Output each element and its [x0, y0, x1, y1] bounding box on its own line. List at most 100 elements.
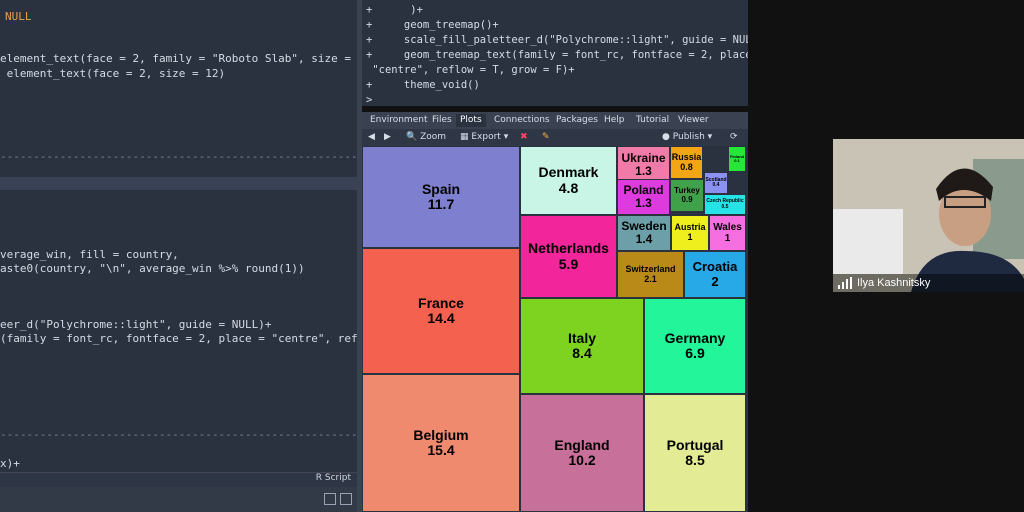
minimize-icon[interactable]: [324, 493, 336, 505]
tile-value: 15.4: [427, 442, 455, 458]
tile-value: 1.4: [635, 232, 653, 246]
code-line: x)+: [0, 457, 20, 470]
zoom-button[interactable]: 🔍 Zoom: [406, 131, 446, 144]
webcam-image: [833, 139, 1024, 292]
console-line: + scale_fill_paletteer_d("Polychrome::li…: [366, 34, 748, 46]
section-divider: ----------------------------------------…: [0, 428, 357, 441]
tile-label: England: [554, 436, 610, 453]
plot-toolbar: ◀ ▶ 🔍 Zoom ▦ Export ▾ ✖ ✎ ● Publish ▾ ⟳: [362, 129, 748, 146]
publish-label: Publish: [672, 132, 705, 142]
console-line: "centre", reflow = T, grow = F)+: [366, 64, 575, 76]
tab-help[interactable]: Help: [600, 114, 629, 127]
export-button[interactable]: ▦ Export ▾: [460, 131, 508, 144]
tile-value: 10.2: [568, 452, 596, 468]
treemap-tile: Croatia 2: [684, 251, 746, 298]
treemap-tile: Turkey 0.9: [670, 179, 704, 212]
back-arrow-icon[interactable]: ◀: [368, 131, 375, 144]
participant-name: Ilya Kashnitsky: [857, 277, 931, 289]
section-divider: ----------------------------------------…: [0, 150, 357, 163]
tile-label: Italy: [567, 329, 596, 346]
code-line: eer_d("Polychrome::light", guide = NULL)…: [0, 318, 272, 331]
code-line: aste0(country, "\n", average_win %>% rou…: [0, 262, 305, 275]
refresh-icon[interactable]: ⟳: [730, 131, 738, 144]
treemap-tile: Austria 1: [671, 215, 709, 251]
treemap-tile: Italy 8.4: [520, 298, 644, 394]
tab-plots[interactable]: Plots: [456, 114, 486, 127]
tile-value: 1: [724, 233, 731, 244]
forward-arrow-icon[interactable]: ▶: [384, 131, 391, 144]
tile-value: 0.1: [734, 158, 740, 163]
treemap-tile: England 10.2: [520, 394, 644, 512]
treemap-tile: Russia 0.8: [670, 146, 703, 179]
participant-name-bar: Ilya Kashnitsky: [833, 274, 1024, 292]
code-line: verage_win, fill = country,: [0, 248, 179, 261]
tile-value: 0.5: [721, 203, 729, 210]
tile-label: Germany: [664, 329, 726, 346]
tab-environment[interactable]: Environment: [366, 114, 431, 127]
treemap-tile: Netherlands 5.9: [520, 215, 617, 298]
publish-button[interactable]: ● Publish ▾: [662, 131, 712, 144]
tile-value: 0.9: [681, 194, 693, 204]
tile-label: Wales: [713, 222, 742, 233]
console-line: + theme_void(): [366, 79, 480, 91]
export-label: Export: [471, 132, 501, 142]
code-line: (family = font_rc, fontface = 2, place =…: [0, 332, 357, 345]
console-line: + geom_treemap()+: [366, 19, 499, 31]
tab-packages[interactable]: Packages: [552, 114, 602, 127]
treemap-tile: Belgium 15.4: [362, 374, 520, 512]
tile-label: France: [418, 294, 464, 311]
tile-value: 0.4: [712, 182, 720, 188]
tile-label: Croatia: [692, 259, 738, 275]
console-line: + )+: [366, 4, 423, 16]
viewer-tabs: Environment Files Plots Connections Packages…: [362, 112, 748, 129]
treemap-tile: Portugal 8.5: [644, 394, 746, 512]
tab-tutorial[interactable]: Tutorial: [632, 114, 673, 127]
broom-icon[interactable]: ✎: [542, 131, 550, 144]
tile-label: Netherlands: [528, 240, 609, 257]
code-line: NULL: [5, 10, 32, 23]
delete-plot-icon[interactable]: ✖: [520, 131, 528, 144]
treemap-tile: Wales 1: [709, 215, 746, 251]
tile-value: 11.7: [427, 196, 455, 212]
tile-value: 1.3: [635, 164, 652, 178]
tab-files[interactable]: Files: [428, 114, 456, 127]
tile-value: 5.9: [558, 255, 579, 272]
tile-value: 1.3: [635, 196, 652, 210]
tab-connections[interactable]: Connections: [490, 114, 554, 127]
treemap-tile: Scotland 0.4: [704, 172, 728, 194]
tile-value: 2.1: [644, 273, 657, 284]
tile-label: Denmark: [538, 164, 599, 181]
treemap-plot: Spain 11.7 France 14.4 Belgium 15.4 Denmark 4.8…: [362, 146, 748, 512]
file-type-label[interactable]: R Script: [316, 473, 351, 483]
console[interactable]: + )+ + geom_treemap()+ + scale_fill_palett…: [362, 0, 748, 106]
code-editor[interactable]: NULL element_text(face = 2, family = "Rob…: [0, 0, 357, 472]
tile-value: 8.4: [572, 345, 592, 361]
tile-label: Portugal: [666, 436, 724, 453]
treemap-tile: France 14.4: [362, 248, 520, 374]
webcam-video: Ilya Kashnitsky: [833, 139, 1024, 292]
treemap-tile: Germany 6.9: [644, 298, 746, 394]
tile-label: Belgium: [413, 426, 469, 443]
tab-viewer[interactable]: Viewer: [674, 114, 713, 127]
signal-bars-icon: [838, 277, 852, 289]
treemap-tile: Poland 1.3: [617, 179, 670, 215]
tile-value: 0.8: [680, 161, 693, 172]
current-line-highlight: [0, 177, 357, 190]
tile-value: 4.8: [558, 179, 579, 196]
zoom-label: Zoom: [420, 132, 447, 142]
treemap-tile: Sweden 1.4: [617, 215, 671, 251]
treemap-tile: Switzerland 2.1: [617, 251, 684, 298]
tile-value: 8.5: [685, 452, 705, 468]
tile-value: 1: [687, 232, 693, 242]
tile-label: Spain: [421, 180, 461, 197]
console-line: >: [366, 94, 373, 106]
console-line: + geom_treemap_text(family = font_rc, fo…: [366, 49, 748, 61]
treemap-tile: Czech Republic 0.5: [704, 194, 746, 215]
tile-value: 2: [711, 273, 719, 289]
tile-value: 14.4: [427, 310, 455, 326]
treemap-tile: Spain 11.7: [362, 146, 520, 248]
console-header: [0, 487, 357, 512]
maximize-icon[interactable]: [340, 493, 352, 505]
code-line: element_text(face = 2, family = "Roboto …: [0, 52, 357, 65]
tile-value: 6.9: [685, 345, 705, 361]
